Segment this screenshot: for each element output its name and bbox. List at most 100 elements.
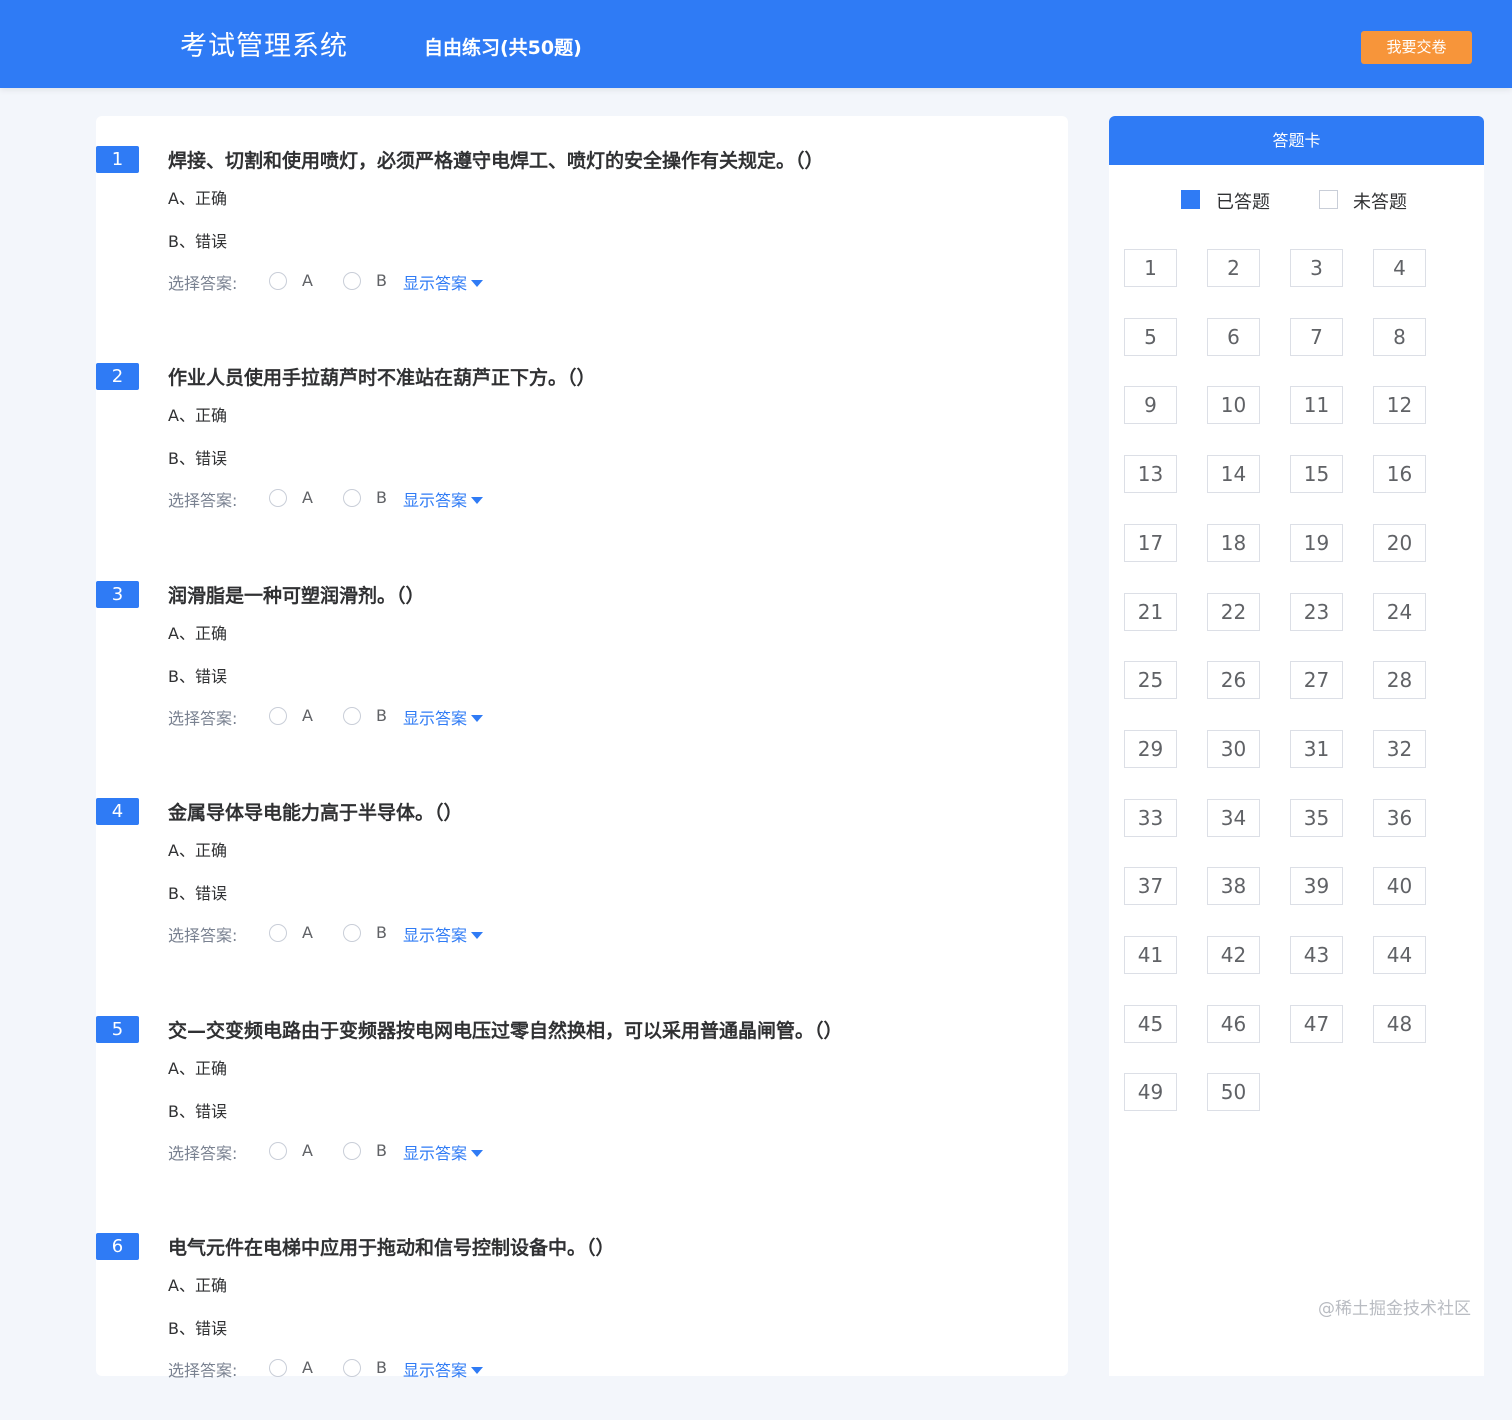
question-number-cell[interactable]: 29 bbox=[1124, 730, 1177, 768]
answer-b-label: B bbox=[376, 923, 387, 942]
caret-down-icon bbox=[471, 1150, 484, 1157]
question-number-cell[interactable]: 30 bbox=[1207, 730, 1260, 768]
question-number-cell[interactable]: 15 bbox=[1290, 455, 1343, 493]
answer-b-radio[interactable] bbox=[343, 1142, 361, 1160]
answer-b-radio[interactable] bbox=[343, 707, 361, 725]
caret-down-icon bbox=[471, 1367, 484, 1374]
question-number-cell[interactable]: 34 bbox=[1207, 799, 1260, 837]
question-number-cell[interactable]: 32 bbox=[1373, 730, 1426, 768]
legend-unanswered-label: 未答题 bbox=[1353, 192, 1407, 213]
answer-b-radio[interactable] bbox=[343, 489, 361, 507]
option-b-text: B、错误 bbox=[168, 667, 227, 686]
question-number-cell[interactable]: 8 bbox=[1373, 318, 1426, 356]
question-number-cell[interactable]: 11 bbox=[1290, 386, 1343, 424]
question-number-cell[interactable]: 16 bbox=[1373, 455, 1426, 493]
answer-a-radio[interactable] bbox=[269, 707, 287, 725]
answer-card: 答题卡 已答题 未答题 1 2 3 4 5 6 7 8 9 10 11 12 13 14 15 16 17 18 1… bbox=[1109, 116, 1484, 1376]
answer-select-row: 选择答案: A B 显示答案 bbox=[168, 487, 568, 511]
watermark: @稀土掘金技术社区 bbox=[1318, 1299, 1471, 1319]
answer-b-label: B bbox=[376, 271, 387, 290]
question-number-cell[interactable]: 13 bbox=[1124, 455, 1177, 493]
option-a-text: A、正确 bbox=[168, 1059, 227, 1078]
question-number-cell[interactable]: 43 bbox=[1290, 936, 1343, 974]
question-number-cell[interactable]: 39 bbox=[1290, 867, 1343, 905]
answer-b-label: B bbox=[376, 488, 387, 507]
question-number-cell[interactable]: 1 bbox=[1124, 249, 1177, 287]
question-number-cell[interactable]: 49 bbox=[1124, 1073, 1177, 1111]
app-title: 考试管理系统 bbox=[180, 31, 348, 62]
answer-select-label: 选择答案: bbox=[168, 709, 238, 728]
submit-exam-button[interactable]: 我要交卷 bbox=[1361, 31, 1472, 64]
show-answer-label: 显示答案 bbox=[403, 491, 468, 510]
question-number-cell[interactable]: 7 bbox=[1290, 318, 1343, 356]
question-number-cell[interactable]: 2 bbox=[1207, 249, 1260, 287]
show-answer-toggle[interactable]: 显示答案 bbox=[403, 705, 484, 729]
question-number-cell[interactable]: 25 bbox=[1124, 661, 1177, 699]
question-number-cell[interactable]: 12 bbox=[1373, 386, 1426, 424]
answer-select-row: 选择答案: A B 显示答案 bbox=[168, 1357, 568, 1381]
option-a-text: A、正确 bbox=[168, 406, 227, 425]
question-number-cell[interactable]: 27 bbox=[1290, 661, 1343, 699]
answer-select-row: 选择答案: A B 显示答案 bbox=[168, 1140, 568, 1164]
question-number-cell[interactable]: 17 bbox=[1124, 524, 1177, 562]
question-number-cell[interactable]: 23 bbox=[1290, 593, 1343, 631]
question-number-cell[interactable]: 37 bbox=[1124, 867, 1177, 905]
question-number-cell[interactable]: 4 bbox=[1373, 249, 1426, 287]
question-number-cell[interactable]: 21 bbox=[1124, 593, 1177, 631]
question-number-cell[interactable]: 35 bbox=[1290, 799, 1343, 837]
show-answer-toggle[interactable]: 显示答案 bbox=[403, 487, 484, 511]
answer-a-radio[interactable] bbox=[269, 924, 287, 942]
answer-b-radio[interactable] bbox=[343, 924, 361, 942]
show-answer-label: 显示答案 bbox=[403, 709, 468, 728]
question-list: 1 焊接、切割和使用喷灯，必须严格遵守电焊工、喷灯的安全操作有关规定。（） A、正确… bbox=[96, 116, 1068, 1380]
question-number-cell[interactable]: 3 bbox=[1290, 249, 1343, 287]
question-number-cell[interactable]: 28 bbox=[1373, 661, 1426, 699]
top-header: 考试管理系统 自由练习(共50题) 我要交卷 bbox=[0, 0, 1512, 88]
option-a-text: A、正确 bbox=[168, 189, 227, 208]
question-number-cell[interactable]: 6 bbox=[1207, 318, 1260, 356]
question-number-cell[interactable]: 9 bbox=[1124, 386, 1177, 424]
question-number-cell[interactable]: 20 bbox=[1373, 524, 1426, 562]
question-number-cell[interactable]: 50 bbox=[1207, 1073, 1260, 1111]
answer-b-radio[interactable] bbox=[343, 1359, 361, 1377]
question-number-cell[interactable]: 19 bbox=[1290, 524, 1343, 562]
answer-select-row: 选择答案: A B 显示答案 bbox=[168, 922, 568, 946]
question-item: 2 作业人员使用手拉葫芦时不准站在葫芦正下方。（） A、正确 B、错误 选择答案: A B 显… bbox=[96, 333, 1068, 550]
question-number-cell[interactable]: 38 bbox=[1207, 867, 1260, 905]
question-number-cell[interactable]: 14 bbox=[1207, 455, 1260, 493]
question-number-cell[interactable]: 45 bbox=[1124, 1005, 1177, 1043]
show-answer-toggle[interactable]: 显示答案 bbox=[403, 922, 484, 946]
question-number-cell[interactable]: 31 bbox=[1290, 730, 1343, 768]
answer-a-radio[interactable] bbox=[269, 1359, 287, 1377]
question-number-cell[interactable]: 47 bbox=[1290, 1005, 1343, 1043]
show-answer-label: 显示答案 bbox=[403, 1361, 468, 1380]
answer-a-radio[interactable] bbox=[269, 272, 287, 290]
question-number-cell[interactable]: 5 bbox=[1124, 318, 1177, 356]
question-number-cell[interactable]: 46 bbox=[1207, 1005, 1260, 1043]
question-number-cell[interactable]: 33 bbox=[1124, 799, 1177, 837]
question-number-cell[interactable]: 42 bbox=[1207, 936, 1260, 974]
unanswered-swatch-icon bbox=[1319, 190, 1338, 209]
option-b-text: B、错误 bbox=[168, 1319, 227, 1338]
show-answer-toggle[interactable]: 显示答案 bbox=[403, 1357, 484, 1381]
question-text: 润滑脂是一种可塑润滑剂。（） bbox=[168, 585, 425, 607]
question-number-cell[interactable]: 44 bbox=[1373, 936, 1426, 974]
question-number-cell[interactable]: 41 bbox=[1124, 936, 1177, 974]
question-number-cell[interactable]: 26 bbox=[1207, 661, 1260, 699]
question-number-cell[interactable]: 48 bbox=[1373, 1005, 1426, 1043]
answer-a-radio[interactable] bbox=[269, 1142, 287, 1160]
question-number-cell[interactable]: 10 bbox=[1207, 386, 1260, 424]
answer-b-label: B bbox=[376, 1141, 387, 1160]
show-answer-label: 显示答案 bbox=[403, 274, 468, 293]
answer-b-radio[interactable] bbox=[343, 272, 361, 290]
question-number-cell[interactable]: 40 bbox=[1373, 867, 1426, 905]
question-number-cell[interactable]: 24 bbox=[1373, 593, 1426, 631]
answer-a-radio[interactable] bbox=[269, 489, 287, 507]
question-number-cell[interactable]: 36 bbox=[1373, 799, 1426, 837]
show-answer-toggle[interactable]: 显示答案 bbox=[403, 270, 484, 294]
question-number-cell[interactable]: 18 bbox=[1207, 524, 1260, 562]
question-item: 4 金属导体导电能力高于半导体。（） A、正确 B、错误 选择答案: A B 显示答案 bbox=[96, 768, 1068, 985]
answer-select-label: 选择答案: bbox=[168, 1361, 238, 1380]
question-number-cell[interactable]: 22 bbox=[1207, 593, 1260, 631]
show-answer-toggle[interactable]: 显示答案 bbox=[403, 1140, 484, 1164]
